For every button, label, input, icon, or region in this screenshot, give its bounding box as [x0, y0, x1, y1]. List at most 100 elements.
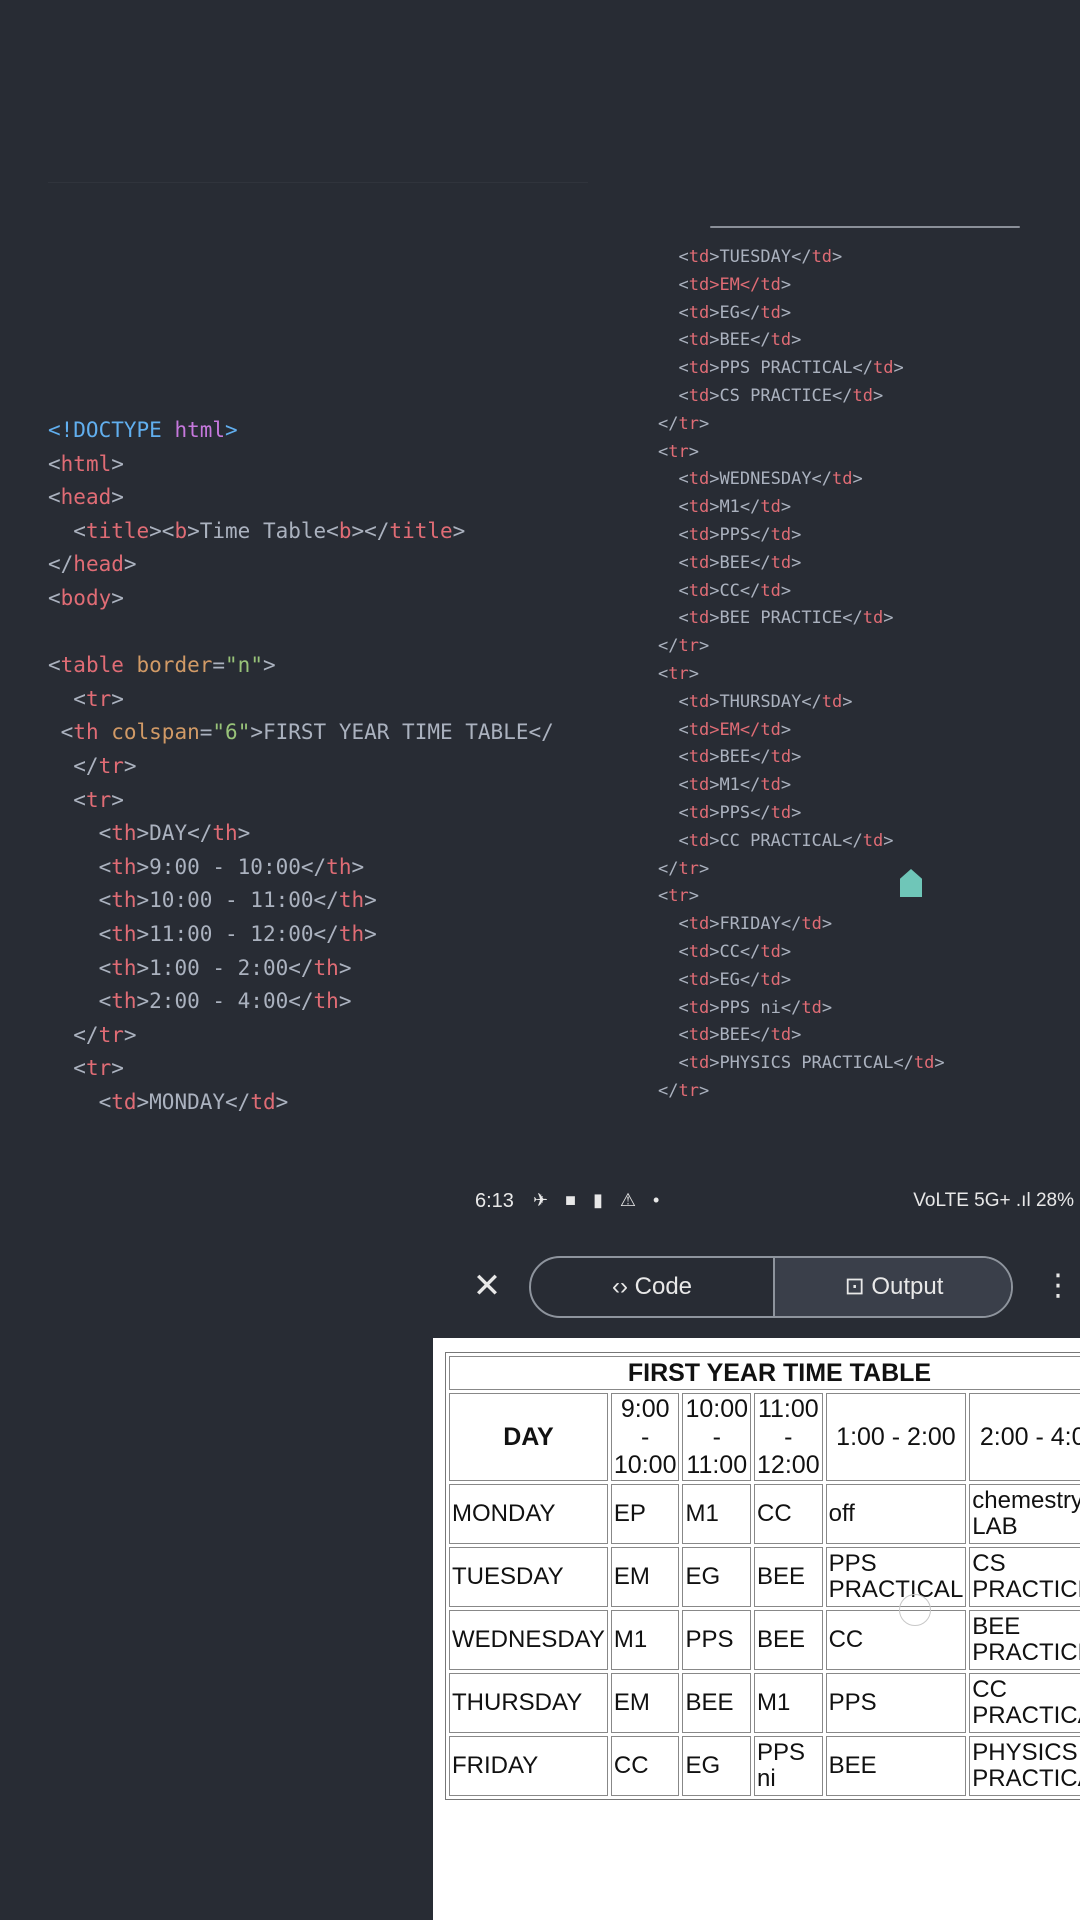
- code-token: th: [111, 989, 137, 1014]
- code-line[interactable]: </head>: [48, 548, 554, 582]
- code-line[interactable]: <th>11:00 - 12:00</th>: [48, 918, 554, 952]
- code-token: >: [111, 585, 124, 610]
- code-line[interactable]: <th>10:00 - 11:00</th>: [48, 884, 554, 918]
- code-token: html: [174, 418, 226, 442]
- code-token: >: [698, 1080, 710, 1101]
- code-line[interactable]: <td>THURSDAY</td>: [658, 689, 945, 717]
- code-token: td: [801, 997, 822, 1018]
- code-line[interactable]: </tr>: [48, 1019, 554, 1053]
- code-editor-left[interactable]: <!DOCTYPE html> <html> <head> <title><b>Ti…: [0, 200, 588, 1120]
- code-line[interactable]: <td>PPS ni</td>: [658, 995, 945, 1023]
- tab-code[interactable]: ‹› Code: [531, 1258, 773, 1316]
- code-token: <: [48, 821, 112, 846]
- code-line[interactable]: <td>BEE PRACTICE</td>: [658, 605, 945, 633]
- code-line[interactable]: <body>: [48, 582, 554, 616]
- code-line[interactable]: <th>DAY</th>: [48, 817, 554, 851]
- code-token: >: [123, 552, 137, 577]
- code-line[interactable]: <th>1:00 - 2:00</th>: [48, 952, 554, 986]
- code-line[interactable]: </tr>: [658, 633, 945, 661]
- code-line[interactable]: <td>CC</td>: [658, 578, 945, 606]
- status-right: VoLTE 5G+ .ıl 28%: [913, 1190, 1074, 1211]
- table-cell: PPS: [682, 1610, 752, 1670]
- code-token: td: [862, 830, 884, 851]
- code-line[interactable]: <head>: [48, 481, 554, 515]
- day-cell: THURSDAY: [449, 1673, 608, 1733]
- code-token: >: [893, 358, 904, 379]
- code-line[interactable]: <td>EG</td>: [658, 300, 945, 328]
- code-line[interactable]: <td>EP</td>: [48, 1119, 554, 1120]
- code-text-right[interactable]: <td>TUESDAY</td> <td>EM</td> <td>EG</td>…: [658, 244, 945, 1104]
- code-token: <!DOCTYPE: [48, 418, 175, 442]
- code-token: >: [883, 830, 894, 851]
- code-token: tr: [85, 787, 112, 812]
- code-token: "n": [225, 653, 263, 678]
- code-line[interactable]: <th>2:00 - 4:00</th>: [48, 985, 554, 1019]
- code-token: >2:00 - 4:00</: [136, 989, 314, 1014]
- code-line[interactable]: <html>: [48, 448, 554, 482]
- code-token: ></: [351, 518, 390, 543]
- code-line[interactable]: [48, 616, 554, 650]
- table-cell: CC: [825, 1610, 967, 1670]
- code-line[interactable]: <td>M1</td>: [658, 494, 945, 522]
- code-line[interactable]: <tr>: [658, 661, 945, 689]
- code-line[interactable]: <td>PPS</td>: [658, 522, 945, 550]
- code-line[interactable]: <td>CC PRACTICAL</td>: [658, 828, 945, 856]
- code-line[interactable]: <td>CS PRACTICE</td>: [658, 383, 945, 411]
- status-time: 6:13: [475, 1190, 514, 1212]
- code-token: th: [326, 854, 352, 879]
- code-line[interactable]: <td>PPS PRACTICAL</td>: [658, 355, 945, 383]
- code-token: td: [760, 274, 781, 295]
- code-token: >: [698, 636, 710, 657]
- close-icon[interactable]: ✕: [469, 1268, 505, 1304]
- table-cell: EM: [610, 1547, 680, 1607]
- code-line[interactable]: <tr>: [658, 439, 945, 467]
- code-token: th: [73, 720, 112, 745]
- code-line[interactable]: </tr>: [48, 750, 554, 784]
- code-line[interactable]: <td>TUESDAY</td>: [658, 244, 945, 272]
- phone-output-screen: 6:13 ✈ ■ ▮ ⚠ • VoLTE 5G+ .ıl 28% ✕ ‹› Co…: [433, 1188, 1080, 1920]
- code-line[interactable]: <td>BEE</td>: [658, 550, 945, 578]
- code-line[interactable]: <td>EM</td>: [658, 717, 945, 745]
- code-line[interactable]: <td>BEE</td>: [658, 1022, 945, 1050]
- code-text-left[interactable]: <!DOCTYPE html> <html> <head> <title><b>Ti…: [48, 414, 554, 1120]
- code-line[interactable]: <tr>: [48, 683, 554, 717]
- code-line[interactable]: <tr>: [48, 784, 554, 818]
- code-line[interactable]: <td>PPS</td>: [658, 800, 945, 828]
- code-line[interactable]: <td>M1</td>: [658, 772, 945, 800]
- code-token: colspan: [111, 720, 200, 745]
- code-line[interactable]: <title><b>Time Table<b></title>: [48, 515, 554, 549]
- code-line[interactable]: <th colspan="6">FIRST YEAR TIME TABLE</: [48, 716, 554, 750]
- code-line[interactable]: <td>FRIDAY</td>: [658, 911, 945, 939]
- code-line[interactable]: <td>EM</td>: [658, 272, 945, 300]
- code-line[interactable]: <td>CC</td>: [658, 939, 945, 967]
- code-token: </: [658, 1080, 679, 1101]
- code-token: >: [123, 1022, 137, 1047]
- code-line[interactable]: <td>EG</td>: [658, 967, 945, 995]
- code-line[interactable]: <tr>: [48, 1052, 554, 1086]
- code-token: >: [883, 608, 894, 629]
- more-vertical-icon[interactable]: ⋮: [1043, 1266, 1073, 1306]
- code-line[interactable]: <table border="n">: [48, 649, 554, 683]
- code-line[interactable]: </tr>: [658, 411, 945, 439]
- scroll-grip[interactable]: [710, 226, 1020, 228]
- code-line[interactable]: <td>BEE</td>: [658, 327, 945, 355]
- table-row: MONDAY EP M1 CC off chemestry LAB: [449, 1484, 1080, 1544]
- code-brackets-icon: ‹›: [611, 1273, 628, 1300]
- code-token: <: [48, 720, 74, 745]
- code-line[interactable]: <!DOCTYPE html>: [48, 414, 554, 448]
- tab-output[interactable]: ⊡ Output: [773, 1258, 1011, 1316]
- code-editor-right[interactable]: <td>TUESDAY</td> <td>EM</td> <td>EG</td>…: [654, 226, 1064, 1104]
- code-token: <: [658, 247, 689, 267]
- code-token: td: [770, 747, 792, 768]
- table-row: WEDNESDAYM1PPSBEECCBEE PRACTICE: [449, 1610, 1080, 1670]
- code-token: <: [48, 787, 86, 812]
- code-line[interactable]: <th>9:00 - 10:00</th>: [48, 851, 554, 885]
- code-line[interactable]: <td>PHYSICS PRACTICAL</td>: [658, 1050, 944, 1078]
- code-token: td: [688, 497, 710, 518]
- table-cell: PPS: [825, 1673, 967, 1733]
- code-line[interactable]: <td>WEDNESDAY</td>: [658, 466, 945, 494]
- code-line[interactable]: <td>BEE</td>: [658, 744, 945, 772]
- code-line[interactable]: <td>MONDAY</td>: [48, 1086, 554, 1120]
- code-token: >: [791, 524, 802, 545]
- code-line[interactable]: </tr>: [658, 1078, 945, 1104]
